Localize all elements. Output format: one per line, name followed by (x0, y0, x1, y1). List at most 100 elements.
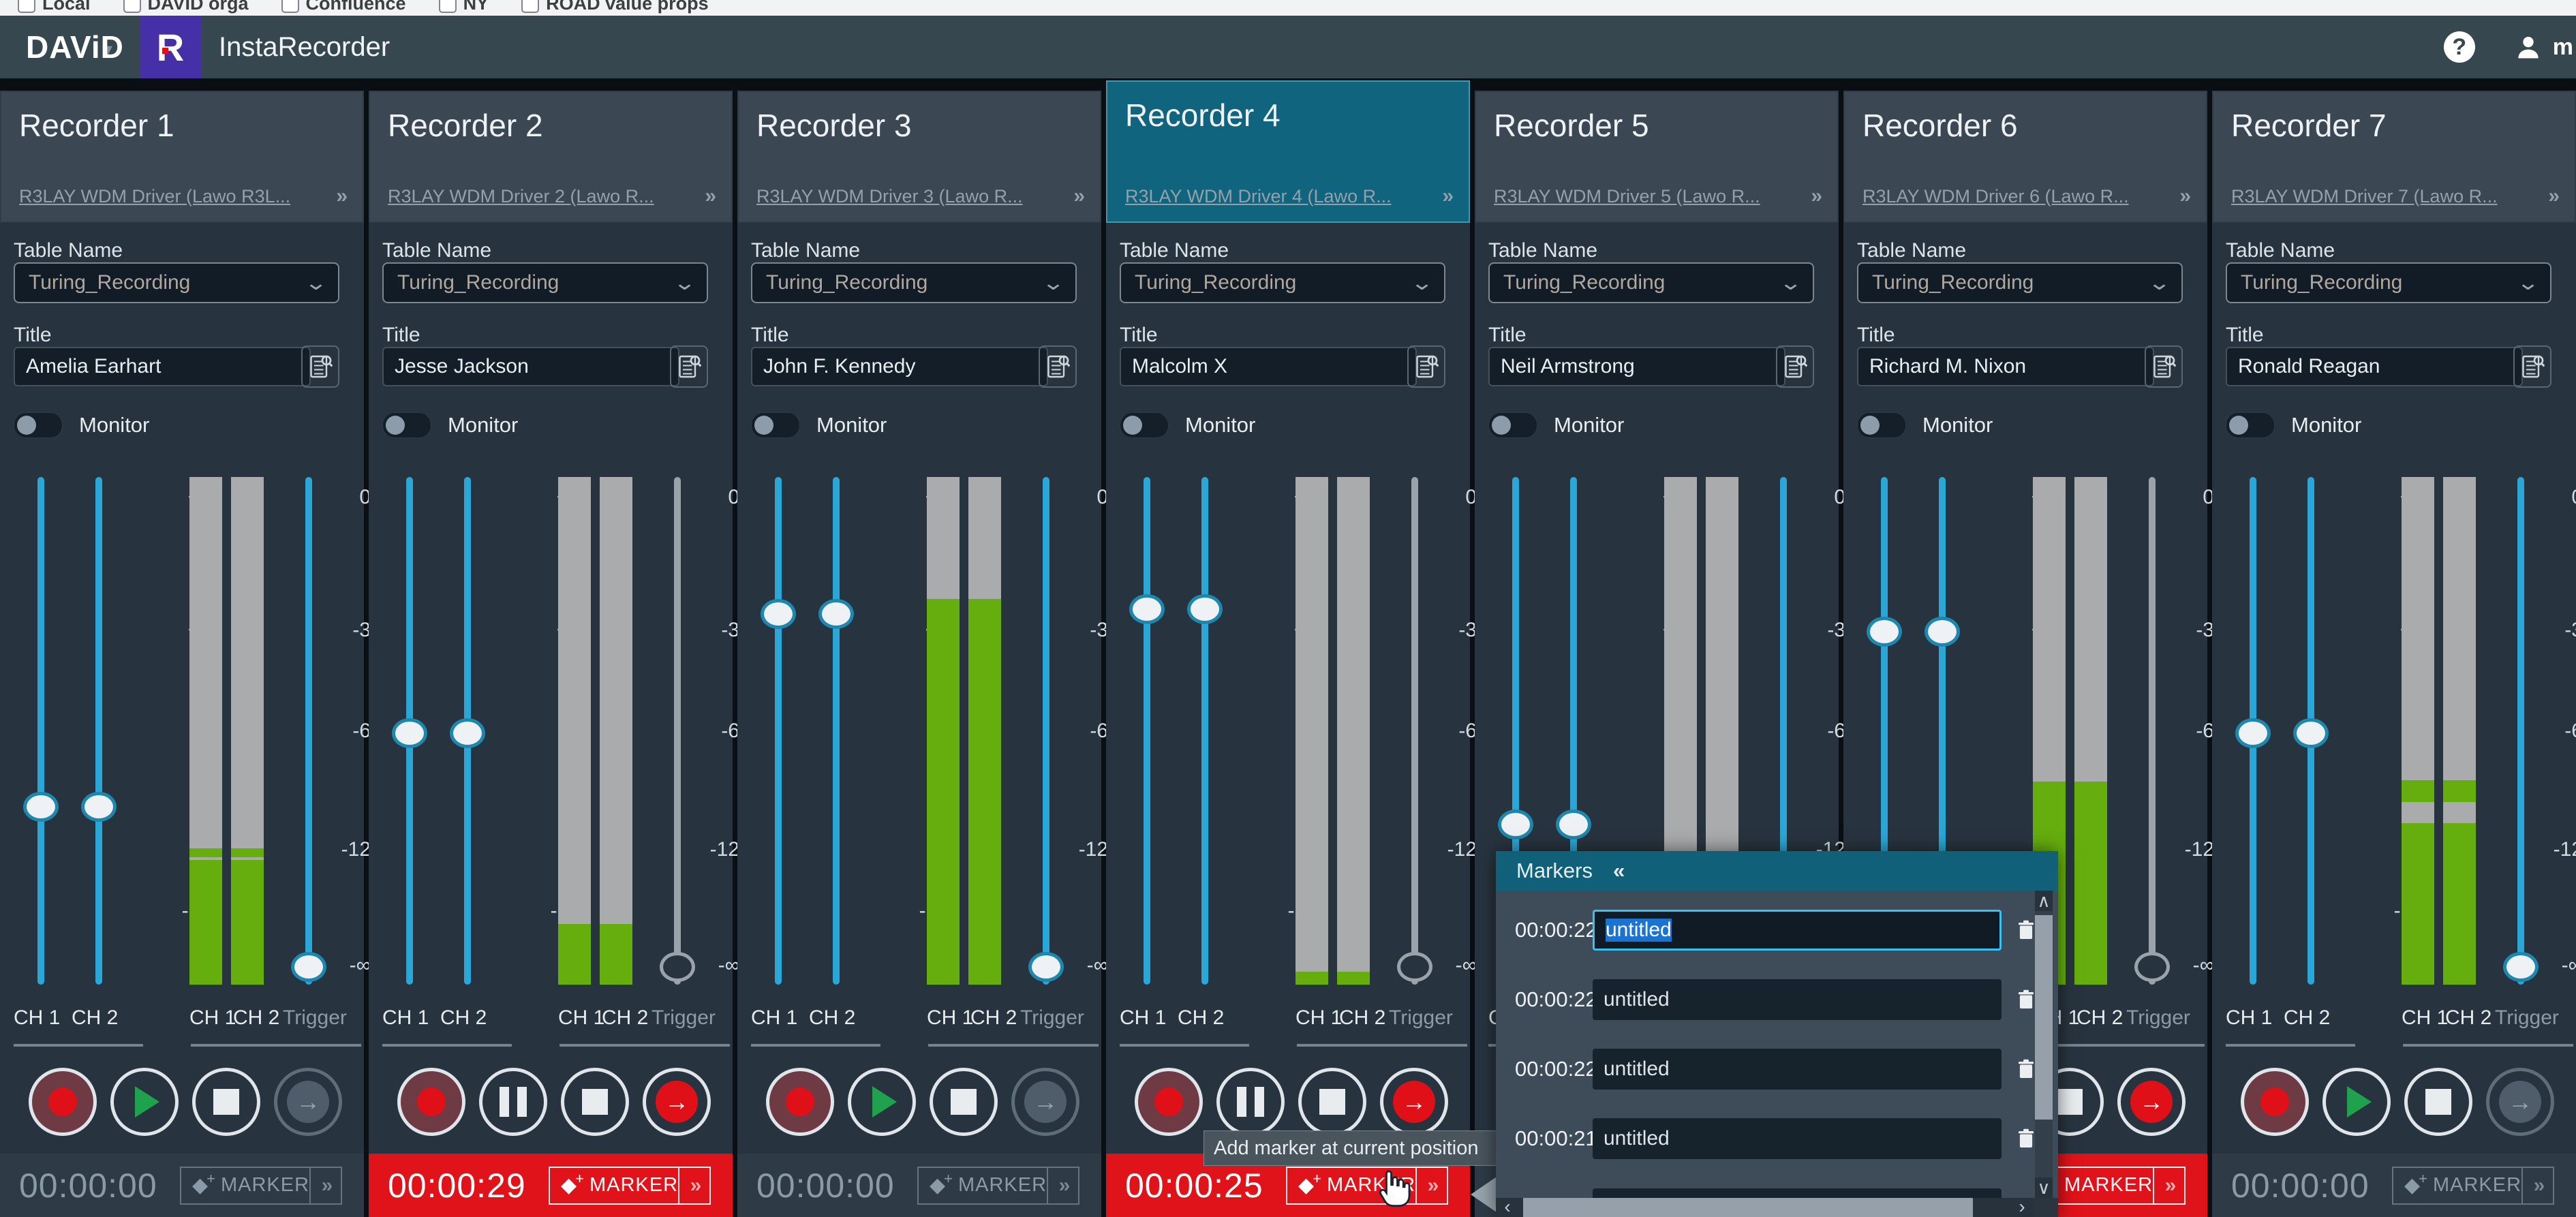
play-button[interactable] (848, 1068, 916, 1136)
ch2-gain-slider[interactable] (450, 477, 485, 985)
add-marker-button[interactable]: ◆+ MARKER » (1286, 1166, 1448, 1205)
pause-button[interactable] (1216, 1068, 1285, 1136)
record-button[interactable] (766, 1068, 834, 1136)
bookmark-item[interactable]: Confluence (281, 0, 406, 14)
trigger-slider[interactable] (2134, 477, 2170, 985)
monitor-toggle[interactable] (382, 412, 431, 438)
record-button[interactable] (29, 1068, 97, 1136)
delete-marker-icon[interactable] (2017, 1058, 2035, 1080)
user-label[interactable]: m (2553, 34, 2573, 61)
title-input[interactable] (1120, 347, 1417, 386)
slider-handle[interactable] (1187, 594, 1223, 624)
ch2-gain-slider[interactable] (1187, 477, 1223, 985)
stop-button[interactable] (1298, 1068, 1366, 1136)
recorder-header[interactable]: Recorder 5 R3LAY WDM Driver 5 (Lawo R...… (1475, 91, 1839, 223)
scroll-right-icon[interactable]: › (2010, 1197, 2034, 1217)
panel-scroll-left-arrow[interactable] (1471, 1177, 1497, 1212)
bookmark-item[interactable]: ROAD value props (521, 0, 709, 14)
monitor-toggle[interactable] (1488, 412, 1537, 438)
title-input[interactable] (2226, 347, 2523, 386)
slider-handle[interactable] (2235, 718, 2271, 749)
recorder-header[interactable]: Recorder 6 R3LAY WDM Driver 6 (Lawo R...… (1843, 91, 2207, 223)
driver-link[interactable]: R3LAY WDM Driver (Lawo R3L... (19, 186, 290, 207)
markers-vertical-scrollbar[interactable]: ∧ ∨ (2035, 891, 2053, 1198)
skip-button[interactable]: → (274, 1068, 342, 1136)
monitor-toggle[interactable] (1120, 412, 1169, 438)
title-input[interactable] (382, 347, 679, 386)
skip-button[interactable]: → (2486, 1068, 2554, 1136)
browse-titles-button[interactable] (1039, 345, 1077, 388)
ch1-gain-slider[interactable] (761, 477, 796, 985)
browse-titles-button[interactable] (1776, 345, 1814, 388)
slider-handle[interactable] (2293, 718, 2329, 749)
marker-name-input[interactable]: untitled (1593, 1118, 2002, 1159)
collapse-panel-icon[interactable]: « (1613, 859, 1625, 883)
browse-titles-button[interactable] (301, 345, 339, 388)
play-button[interactable] (110, 1068, 179, 1136)
pause-button[interactable] (479, 1068, 547, 1136)
scroll-down-icon[interactable]: ∨ (2035, 1177, 2053, 1198)
marker-list-icon[interactable]: » (311, 1174, 341, 1197)
ch1-gain-slider[interactable] (2235, 477, 2271, 985)
trigger-slider[interactable] (1028, 477, 1064, 985)
delete-marker-icon[interactable] (2017, 919, 2035, 941)
help-icon[interactable]: ? (2443, 31, 2475, 63)
markers-horizontal-scrollbar[interactable]: ‹ › (1496, 1197, 2034, 1217)
trigger-slider[interactable] (1397, 477, 1432, 985)
ch2-gain-slider[interactable] (2293, 477, 2329, 985)
expand-driver-icon[interactable]: » (2548, 185, 2560, 208)
play-button[interactable] (2322, 1068, 2391, 1136)
trigger-slider[interactable] (2503, 477, 2539, 985)
monitor-toggle[interactable] (1857, 412, 1906, 438)
driver-link[interactable]: R3LAY WDM Driver 7 (Lawo R... (2231, 186, 2498, 207)
bookmark-item[interactable]: Local (18, 0, 91, 14)
stop-button[interactable] (2404, 1068, 2472, 1136)
slider-handle[interactable] (81, 792, 117, 822)
add-marker-button[interactable]: ◆+ MARKER » (180, 1166, 342, 1205)
skip-button[interactable]: → (643, 1068, 711, 1136)
add-marker-button[interactable]: ◆+ MARKER » (917, 1166, 1079, 1205)
monitor-toggle[interactable] (2226, 412, 2275, 438)
marker-name-input[interactable]: untitled (1593, 979, 2002, 1020)
ch1-gain-slider[interactable] (392, 477, 427, 985)
expand-driver-icon[interactable]: » (1073, 185, 1085, 208)
slider-handle[interactable] (1498, 810, 1533, 840)
bookmark-item[interactable]: NY (438, 0, 489, 14)
trigger-slider[interactable] (660, 477, 695, 985)
driver-link[interactable]: R3LAY WDM Driver 4 (Lawo R... (1125, 186, 1392, 207)
table-name-select[interactable]: Turing_Recording ⌄ (382, 262, 708, 303)
ch1-gain-slider[interactable] (23, 477, 59, 985)
expand-driver-icon[interactable]: » (1442, 185, 1454, 208)
record-button[interactable] (1135, 1068, 1203, 1136)
recorder-header[interactable]: Recorder 3 R3LAY WDM Driver 3 (Lawo R...… (737, 91, 1101, 223)
add-marker-button[interactable]: ◆+ MARKER » (2392, 1166, 2554, 1205)
marker-list-icon[interactable]: » (1048, 1174, 1078, 1197)
monitor-toggle[interactable] (14, 412, 63, 438)
table-name-select[interactable]: Turing_Recording ⌄ (14, 262, 339, 303)
driver-link[interactable]: R3LAY WDM Driver 3 (Lawo R... (756, 186, 1023, 207)
title-input[interactable] (1857, 347, 2154, 386)
delete-marker-icon[interactable] (2017, 1128, 2035, 1150)
expand-driver-icon[interactable]: » (2179, 185, 2191, 208)
recorder-header[interactable]: Recorder 1 R3LAY WDM Driver (Lawo R3L...… (0, 91, 364, 223)
marker-list-icon[interactable]: » (1417, 1174, 1447, 1197)
marker-name-input[interactable]: untitled (1593, 1049, 2002, 1090)
user-icon[interactable] (2513, 32, 2543, 62)
title-input[interactable] (14, 347, 311, 386)
marker-name-input-partial[interactable] (1593, 1188, 2002, 1198)
slider-handle[interactable] (450, 718, 485, 749)
table-name-select[interactable]: Turing_Recording ⌄ (2226, 262, 2551, 303)
stop-button[interactable] (192, 1068, 260, 1136)
stop-button[interactable] (561, 1068, 629, 1136)
table-name-select[interactable]: Turing_Recording ⌄ (751, 262, 1077, 303)
table-name-select[interactable]: Turing_Recording ⌄ (1857, 262, 2183, 303)
record-button[interactable] (2241, 1068, 2309, 1136)
vertical-scrollbar-thumb[interactable] (2035, 915, 2053, 1120)
scroll-left-icon[interactable]: ‹ (1496, 1197, 1519, 1217)
delete-marker-icon[interactable] (2017, 989, 2035, 1011)
stop-button[interactable] (930, 1068, 998, 1136)
slider-handle[interactable] (392, 718, 427, 749)
horizontal-scrollbar-thumb[interactable] (1523, 1198, 1973, 1217)
browse-titles-button[interactable] (2145, 345, 2183, 388)
record-button[interactable] (397, 1068, 465, 1136)
